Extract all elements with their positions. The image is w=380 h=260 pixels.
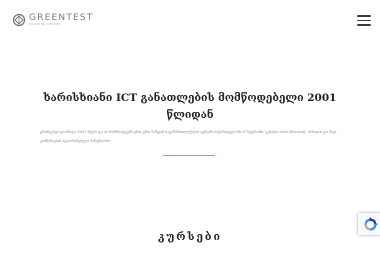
logo-mark-icon <box>12 13 26 27</box>
logo-text-group: GREENTEST TRAINING CENTER <box>29 12 94 27</box>
hero-description: გრინტესტი დაარსდა 2001 წელს და ის წარმოა… <box>40 130 337 143</box>
logo-tagline: TRAINING CENTER <box>29 22 61 26</box>
page: GREENTEST TRAINING CENTER ხარისხიანი ICT… <box>0 0 380 260</box>
courses-section-title: კურსები <box>158 231 222 243</box>
hero-title: ხარისხიანი ICT განათლების მომწოდებელი 20… <box>43 92 337 121</box>
logo-name: GREENTEST <box>29 12 94 23</box>
hamburger-icon-bar <box>357 19 371 22</box>
recaptcha-icon <box>363 216 378 230</box>
recaptcha-badge[interactable] <box>358 213 380 235</box>
hamburger-icon-bar <box>357 15 371 17</box>
hamburger-menu-button[interactable] <box>357 15 371 26</box>
hamburger-icon-bar <box>357 24 371 26</box>
logo[interactable]: GREENTEST TRAINING CENTER <box>12 12 94 28</box>
hero-divider <box>163 155 215 156</box>
site-header: GREENTEST TRAINING CENTER <box>0 0 380 42</box>
